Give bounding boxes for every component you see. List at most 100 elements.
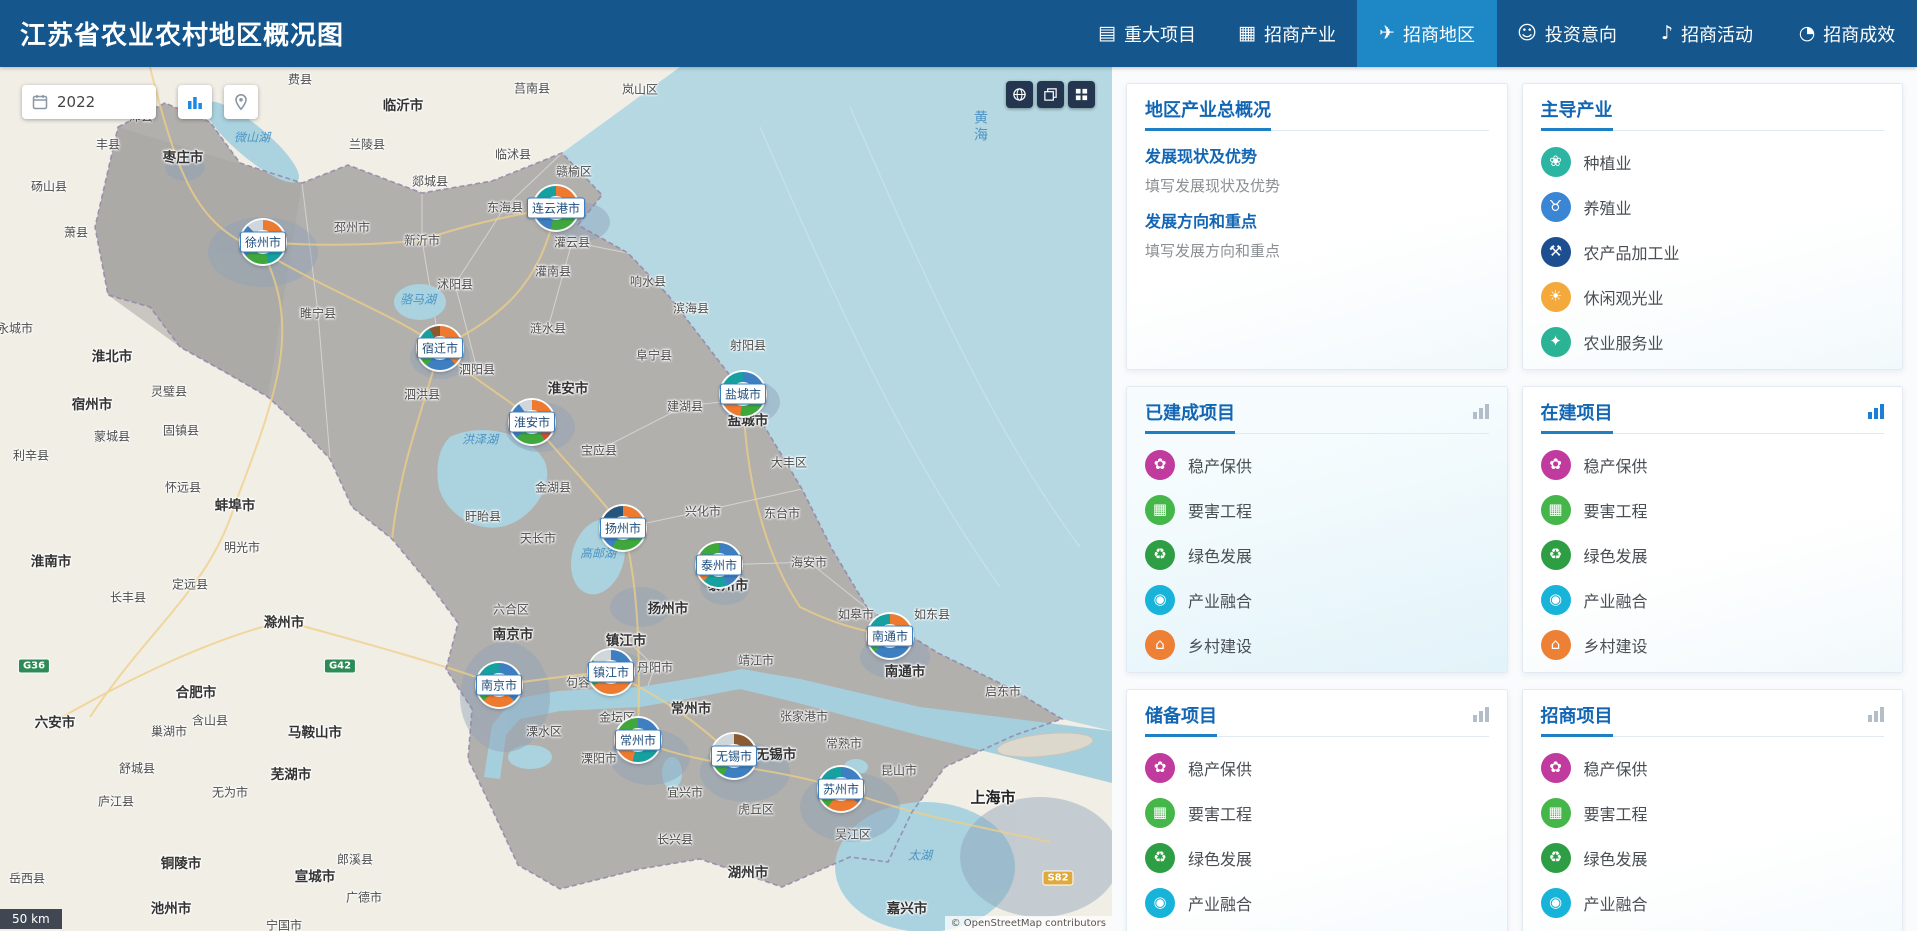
item-label: 稳产保供 bbox=[1188, 453, 1252, 477]
city-marker-wuxi[interactable]: 无锡市 bbox=[712, 734, 756, 778]
item-label: 要害工程 bbox=[1188, 498, 1252, 522]
mini-bar-chart-icon[interactable] bbox=[1473, 706, 1489, 722]
item-label: 产业融合 bbox=[1188, 891, 1252, 915]
item-label: 要害工程 bbox=[1584, 498, 1648, 522]
year-value: 2022 bbox=[57, 93, 95, 111]
nav-tab-industry[interactable]: ▦ 招商产业 bbox=[1217, 0, 1357, 67]
list-item-stable-supply: ✿稳产保供 bbox=[1145, 745, 1489, 790]
page-title: 江苏省农业农村地区概况图 bbox=[0, 15, 344, 52]
recycle-icon: ♻ bbox=[1145, 540, 1175, 570]
list-item-industry-fusion: ◉产业融合 bbox=[1145, 577, 1489, 622]
mini-bar-chart-icon[interactable] bbox=[1868, 706, 1884, 722]
list-item-green-dev: ♻绿色发展 bbox=[1145, 835, 1489, 880]
city-marker-taizhou[interactable]: 泰州市 bbox=[697, 543, 741, 587]
list-item-key-project: ▦ 要害工程 bbox=[1541, 487, 1885, 532]
marker-label: 连云港市 bbox=[527, 198, 585, 219]
road-shield: S82 bbox=[1042, 871, 1073, 886]
nav-tab-region[interactable]: ✈招商地区 bbox=[1357, 0, 1497, 67]
card-completed: 已建成项目✿稳产保供▦要害工程♻绿色发展◉产业融合⌂乡村建设 bbox=[1126, 386, 1508, 673]
card-title: 已建成项目 bbox=[1145, 399, 1235, 433]
marker-label: 无锡市 bbox=[711, 746, 757, 767]
list-item-stable-supply: ✿稳产保供 bbox=[1541, 442, 1885, 487]
card-header: 储备项目 bbox=[1145, 702, 1489, 737]
map-attribution: © OpenStreetMap contributors bbox=[945, 916, 1112, 931]
livestock-icon: ♉ bbox=[1541, 192, 1571, 222]
list-item-green-dev: ♻ 绿色发展 bbox=[1541, 835, 1885, 880]
list-item-planting: ❀ 种植业 bbox=[1541, 139, 1885, 184]
list-item-rural-build: ⌂乡村建设 bbox=[1541, 622, 1885, 667]
card-title: 储备项目 bbox=[1145, 702, 1217, 736]
item-label: 休闲观光业 bbox=[1584, 285, 1664, 309]
city-marker-nantong[interactable]: 南通市 bbox=[868, 614, 912, 658]
section-placeholder: 填写发展现状及优势 bbox=[1145, 175, 1489, 196]
megaphone-icon: ♪ bbox=[1661, 24, 1673, 43]
earth-icon bbox=[1012, 87, 1027, 102]
card-building: 在建项目✿稳产保供▦要害工程♻绿色发展◉产业融合⌂乡村建设 bbox=[1522, 386, 1904, 673]
item-label: 养殖业 bbox=[1584, 195, 1632, 219]
map[interactable]: 费县临沂市莒南县岚山区兰陵县临沭县郯城县枣庄市东海县赣榆区丰县沛县砀山县萧县永城… bbox=[0, 67, 1112, 931]
city-marker-nanjing[interactable]: 南京市 bbox=[477, 663, 521, 707]
city-marker-changzhou[interactable]: 常州市 bbox=[616, 718, 660, 762]
nav-tab-intention[interactable]: ☺投资意向 bbox=[1497, 0, 1637, 67]
nav-tab-label: 招商产业 bbox=[1264, 21, 1336, 47]
marker-label: 南京市 bbox=[476, 675, 522, 696]
factory-icon: ▦ bbox=[1238, 24, 1256, 43]
service-icon: ✦ bbox=[1541, 327, 1571, 357]
card-attract: 招商项目✿稳产保供▦要害工程♻绿色发展◉产业融合⌂乡村建设 bbox=[1522, 689, 1904, 931]
nav-tab-achievement[interactable]: ◔招商成效 bbox=[1777, 0, 1917, 67]
basemap-button[interactable] bbox=[1006, 81, 1033, 108]
item-label: 绿色发展 bbox=[1584, 846, 1648, 870]
list-item-green-dev: ♻ 绿色发展 bbox=[1145, 532, 1489, 577]
list-item-rural-build: ⌂乡村建设 bbox=[1145, 622, 1489, 667]
item-label: 绿色发展 bbox=[1188, 543, 1252, 567]
mini-bar-chart-icon[interactable] bbox=[1868, 403, 1884, 419]
location-button[interactable] bbox=[224, 85, 258, 119]
card-header: 已建成项目 bbox=[1145, 399, 1489, 434]
card-overview: 地区产业总概况发展现状及优势填写发展现状及优势发展方向和重点填写发展方向和重点 bbox=[1126, 83, 1508, 370]
nav-tab-activity[interactable]: ♪招商活动 bbox=[1637, 0, 1777, 67]
city-marker-suqian[interactable]: 宿迁市 bbox=[418, 326, 462, 370]
person-icon: ☺ bbox=[1517, 24, 1537, 43]
city-marker-xuzhou[interactable]: 徐州市 bbox=[241, 220, 285, 264]
card-title: 主导产业 bbox=[1541, 96, 1613, 130]
marker-label: 宿迁市 bbox=[417, 338, 463, 359]
grid-button[interactable] bbox=[1068, 81, 1095, 108]
recycle-icon: ♻ bbox=[1541, 843, 1571, 873]
card-header: 主导产业 bbox=[1541, 96, 1885, 131]
layers-button[interactable] bbox=[1037, 81, 1064, 108]
city-marker-lianyungang[interactable]: 连云港市 bbox=[534, 186, 578, 230]
list-item-key-project: ▦要害工程 bbox=[1145, 487, 1489, 532]
marker-label: 泰州市 bbox=[696, 555, 742, 576]
mini-bar-chart-icon[interactable] bbox=[1473, 403, 1489, 419]
city-marker-yancheng[interactable]: 盐城市 bbox=[721, 372, 765, 416]
engineering-icon: ▦ bbox=[1541, 495, 1571, 525]
engineering-icon: ▦ bbox=[1145, 798, 1175, 828]
item-label: 产业融合 bbox=[1584, 891, 1648, 915]
item-label: 稳产保供 bbox=[1188, 756, 1252, 780]
list-item-breeding: ♉ 养殖业 bbox=[1541, 184, 1885, 229]
road-shield: G42 bbox=[324, 659, 356, 674]
city-marker-zhenjiang[interactable]: 镇江市 bbox=[589, 650, 633, 694]
plant-icon: ❀ bbox=[1541, 147, 1571, 177]
city-marker-suzhou[interactable]: 苏州市 bbox=[819, 767, 863, 811]
item-label: 要害工程 bbox=[1188, 801, 1252, 825]
city-marker-yangzhou[interactable]: 扬州市 bbox=[601, 506, 645, 550]
calendar-icon bbox=[32, 94, 48, 110]
marker-label: 苏州市 bbox=[818, 779, 864, 800]
city-marker-huaian[interactable]: 淮安市 bbox=[510, 400, 554, 444]
item-label: 绿色发展 bbox=[1584, 543, 1648, 567]
list-item-rural-build: ⌂乡村建设 bbox=[1145, 925, 1489, 931]
nav-tab-major-projects[interactable]: ▤重大项目 bbox=[1077, 0, 1217, 67]
year-selector[interactable]: 2022 bbox=[22, 85, 156, 119]
list-item-leisure: ☀休闲观光业 bbox=[1541, 274, 1885, 319]
layers-icon bbox=[1043, 87, 1058, 102]
card-header: 在建项目 bbox=[1541, 399, 1885, 434]
item-label: 农产品加工业 bbox=[1584, 240, 1680, 264]
list-item-stable-supply: ✿稳产保供 bbox=[1541, 745, 1885, 790]
list-item-industry-fusion: ◉产业融合 bbox=[1541, 577, 1885, 622]
main: 费县临沂市莒南县岚山区兰陵县临沭县郯城县枣庄市东海县赣榆区丰县沛县砀山县萧县永城… bbox=[0, 67, 1917, 931]
chart-toggle-button[interactable] bbox=[178, 85, 212, 119]
scale-bar: 50 km bbox=[0, 909, 62, 929]
item-label: 种植业 bbox=[1584, 150, 1632, 174]
supply-icon: ✿ bbox=[1541, 753, 1571, 783]
